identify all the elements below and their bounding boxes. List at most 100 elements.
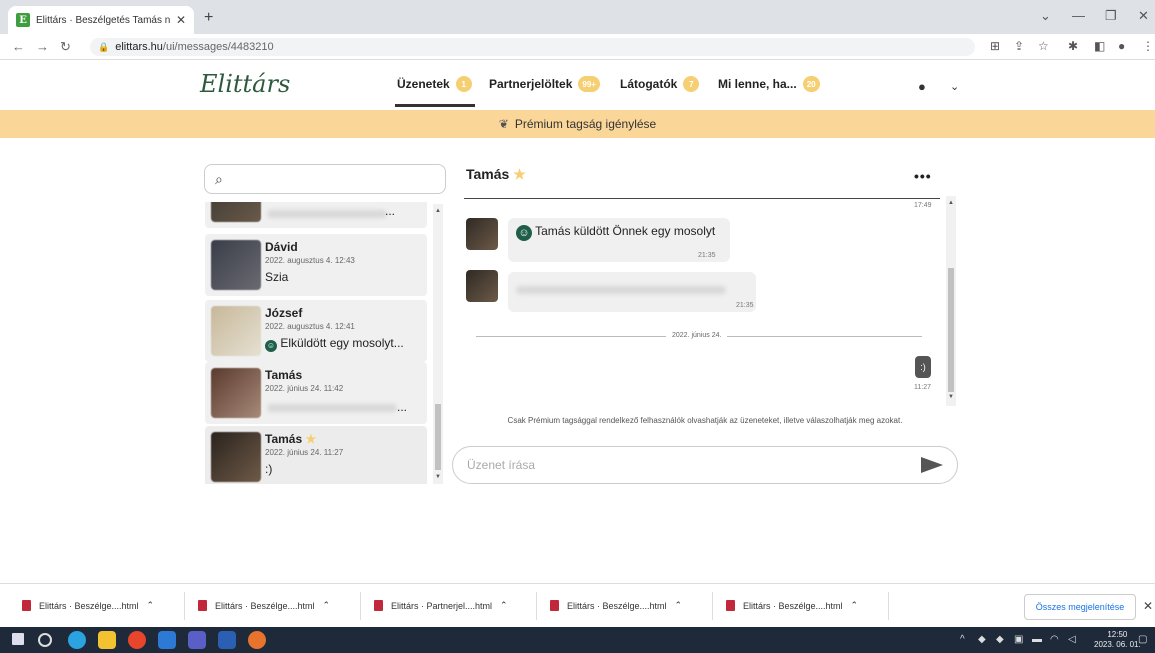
user-icon[interactable]: ● — [918, 79, 926, 94]
address-bar: ← → ↻ 🔒 elittars.hu/ui/messages/4483210 … — [0, 34, 1155, 60]
teams-icon[interactable] — [188, 631, 206, 649]
scroll-down-icon[interactable]: ▼ — [435, 474, 441, 480]
conversation-name-text: Tamás — [265, 432, 303, 446]
start-menu-icon[interactable] — [12, 633, 24, 645]
show-all-downloads-button[interactable]: Összes megjelenítése — [1024, 594, 1136, 620]
avatar — [211, 306, 261, 356]
chrome-icon[interactable] — [128, 631, 146, 649]
site-logo[interactable]: Elittárs — [200, 70, 290, 98]
chevron-up-icon[interactable]: ⌃ — [147, 600, 155, 611]
scroll-up-icon[interactable]: ▲ — [948, 200, 954, 206]
tab-search-icon[interactable]: ⌄ — [1040, 8, 1051, 24]
back-icon[interactable]: ← — [12, 39, 25, 54]
download-item[interactable]: Elittárs · Partnerjel....html ⌃ — [374, 600, 508, 611]
more-options-icon[interactable]: ••• — [914, 168, 932, 184]
edge-icon[interactable] — [68, 631, 86, 649]
conversation-item[interactable]: ... — [205, 202, 427, 228]
new-tab-icon[interactable]: + — [204, 9, 213, 27]
chevron-up-icon[interactable]: ⌃ — [500, 600, 508, 611]
conversation-scrollbar[interactable]: ▲ ▼ — [433, 204, 443, 484]
nav-what-if[interactable]: Mi lenne, ha... 20 — [718, 76, 820, 92]
tray-app-icon[interactable]: ◆ — [996, 634, 1004, 645]
premium-label: Prémium tagság igénylése — [514, 117, 657, 131]
nav-label: Mi lenne, ha... — [718, 77, 797, 91]
scroll-down-icon[interactable]: ▼ — [948, 394, 954, 400]
profile-icon[interactable]: ● — [1118, 39, 1125, 53]
conversation-name: Tamás ★ — [265, 432, 316, 446]
nav-label: Látogatók — [620, 77, 678, 91]
file-icon — [550, 600, 559, 611]
conversation-item[interactable]: József 2022. augusztus 4. 12:41 ☺ Elküld… — [205, 300, 427, 362]
divider — [184, 592, 185, 620]
volume-icon[interactable]: ◁ — [1068, 634, 1076, 645]
close-tab-icon[interactable]: ✕ — [176, 13, 186, 27]
download-name: Elittárs · Beszélge....html — [39, 600, 139, 611]
conversation-name: Dávid — [265, 240, 298, 254]
download-name: Elittárs · Partnerjel....html — [391, 600, 493, 611]
tray-app-icon[interactable]: ▣ — [1014, 634, 1023, 645]
download-item[interactable]: Elittárs · Beszélge....html ⌃ — [22, 600, 154, 611]
extensions-icon[interactable]: ✱ — [1068, 39, 1078, 53]
scrollbar-thumb[interactable] — [435, 404, 441, 470]
wifi-icon[interactable]: ◠ — [1050, 634, 1059, 645]
chevron-up-icon[interactable]: ⌃ — [851, 600, 859, 611]
browser-menu-icon[interactable]: ⋮ — [1142, 39, 1154, 53]
bookmark-star-icon[interactable]: ☆ — [1038, 39, 1049, 53]
conversation-item-active[interactable]: Tamás ★ 2022. június 24. 11:27 :) — [205, 426, 427, 484]
premium-wings-icon: ❦ — [498, 117, 509, 131]
url-field[interactable]: 🔒 elittars.hu/ui/messages/4483210 — [90, 38, 975, 56]
thread-scrollbar[interactable]: ▲ ▼ — [946, 196, 956, 406]
tray-app-icon[interactable]: ◆ — [978, 634, 986, 645]
nav-visitors[interactable]: Látogatók 7 — [620, 76, 700, 92]
chevron-down-icon[interactable]: ⌄ — [950, 80, 959, 93]
conversation-item[interactable]: Dávid 2022. augusztus 4. 12:43 Szia — [205, 234, 427, 296]
nav-messages[interactable]: Üzenetek 1 — [397, 76, 472, 92]
tray-chevron-icon[interactable]: ^ — [960, 634, 965, 645]
count-badge: 1 — [455, 76, 472, 92]
download-name: Elittárs · Beszélge....html — [743, 600, 843, 611]
firefox-icon[interactable] — [248, 631, 266, 649]
translate-icon[interactable]: ⊞ — [990, 39, 1000, 53]
download-item[interactable]: Elittárs · Beszélge....html ⌃ — [550, 600, 682, 611]
avatar — [211, 432, 261, 482]
file-explorer-icon[interactable] — [98, 631, 116, 649]
chevron-up-icon[interactable]: ⌃ — [675, 600, 683, 611]
search-input[interactable]: ⌕ — [204, 164, 446, 194]
url-path: /ui/messages/4483210 — [162, 41, 274, 53]
scrollbar-thumb[interactable] — [948, 268, 954, 392]
window-close-icon[interactable]: ✕ — [1138, 8, 1149, 24]
download-item[interactable]: Elittárs · Beszélge....html ⌃ — [726, 600, 858, 611]
avatar — [466, 270, 498, 302]
active-tab-underline — [395, 104, 475, 107]
notifications-icon[interactable]: ▢ — [1138, 634, 1147, 645]
minimize-icon[interactable]: — — [1072, 8, 1085, 23]
message-placeholder: Üzenet írása — [467, 458, 536, 472]
search-icon[interactable] — [38, 633, 52, 647]
send-icon[interactable] — [921, 457, 943, 473]
system-clock[interactable]: 12:50 2023. 06. 01. — [1094, 630, 1141, 650]
divider — [888, 592, 889, 620]
scroll-up-icon[interactable]: ▲ — [435, 208, 441, 214]
close-downloads-icon[interactable]: ✕ — [1143, 599, 1153, 613]
chevron-up-icon[interactable]: ⌃ — [323, 600, 331, 611]
maximize-icon[interactable]: ❐ — [1105, 8, 1117, 24]
forward-icon[interactable]: → — [36, 39, 49, 54]
chat-partner-name: Tamás — [466, 166, 510, 182]
nav-partners[interactable]: Partnerjelöltek 99+ — [489, 76, 600, 92]
word-icon[interactable] — [218, 631, 236, 649]
conversation-list: ... Dávid 2022. augusztus 4. 12:43 Szia … — [205, 202, 427, 484]
file-icon — [22, 600, 31, 611]
message-input[interactable]: Üzenet írása — [452, 446, 958, 484]
side-panel-icon[interactable]: ◧ — [1094, 39, 1105, 53]
conversation-date: 2022. június 24. 11:42 — [265, 384, 344, 393]
message-time: 17:49 — [914, 202, 932, 209]
share-icon[interactable]: ⇪ — [1014, 39, 1024, 53]
conversation-item[interactable]: Tamás 2022. június 24. 11:42 ... — [205, 362, 427, 424]
battery-icon[interactable]: ▬ — [1032, 634, 1042, 645]
browser-tab[interactable]: E Elittárs · Beszélgetés Tamás nevű ✕ — [8, 6, 194, 34]
reload-icon[interactable]: ↻ — [60, 39, 71, 55]
outlook-icon[interactable] — [158, 631, 176, 649]
premium-banner[interactable]: ❦ Prémium tagság igénylése — [0, 110, 1155, 138]
download-item[interactable]: Elittárs · Beszélge....html ⌃ — [198, 600, 330, 611]
avatar — [211, 240, 261, 290]
